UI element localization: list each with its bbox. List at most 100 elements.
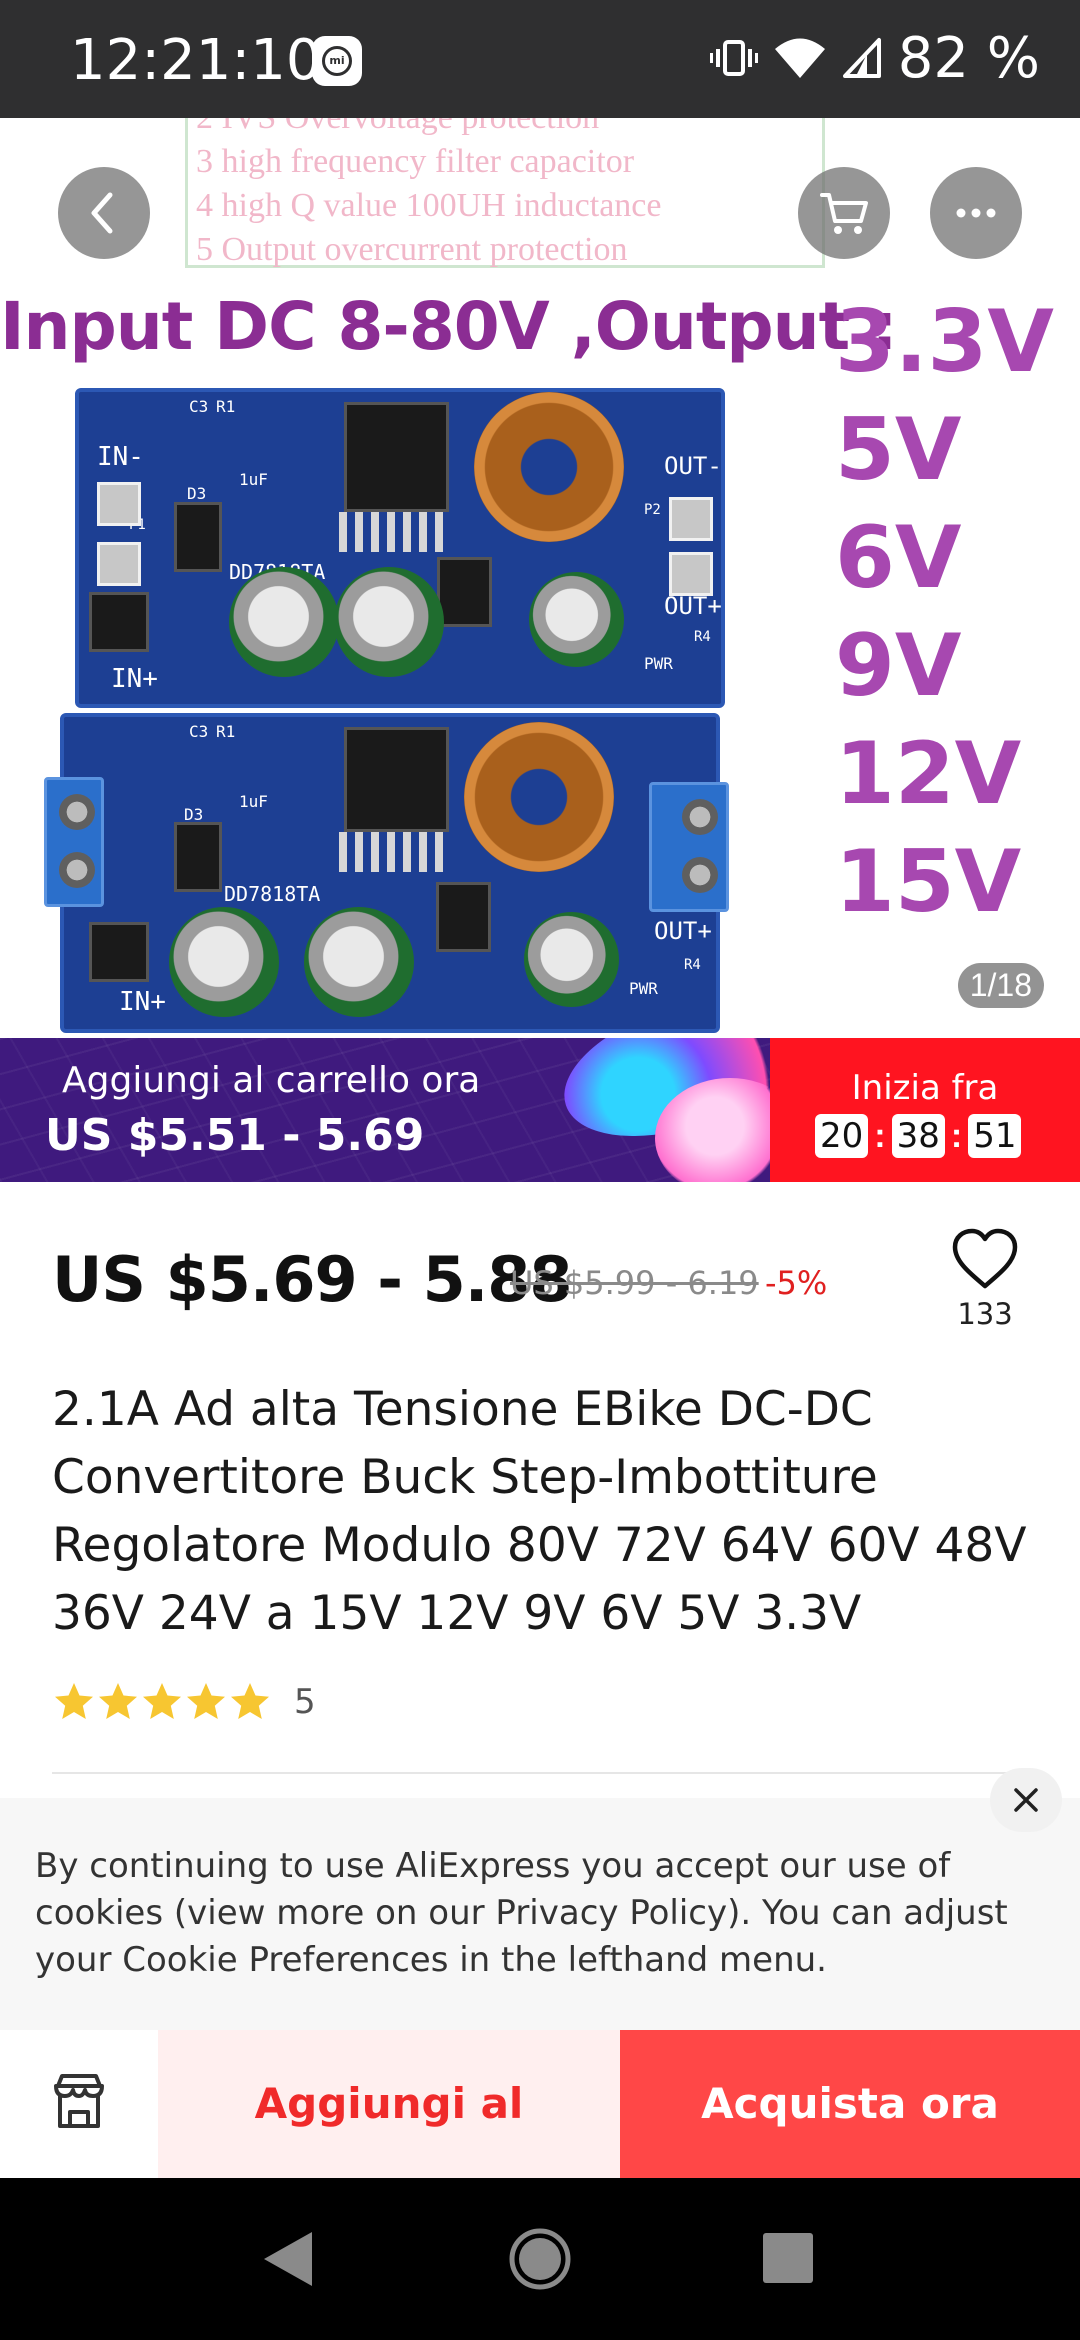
- nav-back-icon[interactable]: [258, 2228, 318, 2290]
- capacitor: [169, 907, 279, 1017]
- timer-hours: 20: [815, 1114, 869, 1158]
- chevron-left-icon: [91, 192, 113, 234]
- timer-seconds: 51: [968, 1114, 1022, 1158]
- silk-label: D3: [187, 484, 207, 503]
- capacitor: [229, 567, 339, 677]
- system-navigation-bar: [0, 2178, 1080, 2340]
- voltage-label: 6V: [835, 508, 962, 608]
- silk-label: R1: [216, 397, 236, 416]
- vibrate-icon: [709, 40, 758, 76]
- star-icon: [143, 1683, 181, 1719]
- silk-label: P2: [644, 502, 661, 518]
- add-to-cart-button[interactable]: Aggiungi al carrello: [158, 2030, 620, 2276]
- feature-line: 4 high Q value 100UH inductance: [196, 187, 662, 224]
- promo-price: US $5.51 - 5.69: [45, 1110, 425, 1161]
- silk-label: OUT-: [664, 452, 722, 480]
- solder-pad: [669, 552, 713, 596]
- silk-label: C3: [189, 397, 209, 416]
- silk-label: DD7818TA: [224, 882, 321, 906]
- timer-minutes: 38: [891, 1114, 945, 1158]
- signal-icon: [842, 38, 881, 78]
- cart-icon: [820, 193, 868, 234]
- solder-pad: [97, 542, 141, 586]
- schottky-diode: [437, 557, 492, 627]
- more-horizontal-icon: [956, 208, 996, 218]
- cart-button[interactable]: [798, 167, 890, 259]
- discount-badge: -5%: [765, 1264, 828, 1302]
- rating-count: 5: [294, 1682, 316, 1722]
- voltage-label: 5V: [835, 400, 962, 500]
- capacitor: [524, 912, 619, 1007]
- product-rating[interactable]: 5: [52, 1680, 316, 1724]
- promo-subtitle: Aggiungi al carrello ora: [62, 1060, 481, 1101]
- cookie-notice-text: By continuing to use AliExpress you acce…: [35, 1846, 1008, 1980]
- timer-separator: :: [950, 1116, 963, 1155]
- solder-pad: [669, 497, 713, 541]
- schottky-diode: [436, 882, 491, 952]
- regulator-ic: [344, 727, 449, 832]
- cookie-close-button[interactable]: [990, 1768, 1062, 1832]
- silk-label: IN-: [97, 442, 144, 472]
- store-button[interactable]: [0, 2030, 158, 2178]
- smd-component: [89, 922, 149, 982]
- capacitor: [304, 907, 414, 1017]
- input-terminal-block: [44, 777, 104, 907]
- nav-home-icon[interactable]: [507, 2226, 573, 2292]
- voltage-label: 9V: [835, 616, 962, 716]
- star-icon: [187, 1683, 225, 1719]
- solder-pad: [97, 482, 141, 526]
- status-icons: 82 %: [709, 25, 1040, 91]
- star-icon: [55, 1683, 93, 1719]
- countdown-label: Inizia fra: [851, 1068, 999, 1108]
- heart-icon: [952, 1228, 1018, 1289]
- pcb-board-bottom: IN+ OUT+ DD7818TA C3 R1 D3 1uF PWR R4: [44, 713, 729, 1033]
- section-divider: [52, 1772, 1042, 1774]
- regulator-ic: [344, 402, 449, 512]
- status-bar: 12:21:10 mi 82 %: [0, 0, 1080, 118]
- back-button[interactable]: [58, 167, 150, 259]
- store-icon: [54, 2074, 104, 2128]
- promo-countdown: Inizia fra 20 : 38 : 51: [770, 1038, 1080, 1182]
- silk-label: R1: [216, 722, 236, 741]
- more-options-button[interactable]: [930, 167, 1022, 259]
- app-screen: 12:21:10 mi 82 % 2 IVS Overvoltage prote…: [0, 0, 1080, 2340]
- silk-label: R4: [684, 957, 701, 973]
- image-spec-line: Input DC 8-80V ,Output :: [0, 288, 898, 365]
- silk-label: IN+: [111, 664, 158, 694]
- capacitor: [334, 567, 444, 677]
- silk-label: 1uF: [239, 792, 268, 811]
- silk-label: IN+: [119, 987, 166, 1017]
- silk-label: PWR: [644, 654, 673, 673]
- voltage-label: 3.3V: [835, 292, 1054, 392]
- inductor-coil: [474, 392, 624, 542]
- mi-icon: mi: [312, 36, 362, 86]
- promo-deal: Aggiungi al carrello ora US $5.51 - 5.69: [0, 1038, 770, 1182]
- feature-line: 2 IVS Overvoltage protection: [196, 118, 822, 140]
- inductor-coil: [464, 722, 614, 872]
- promo-banner[interactable]: Aggiungi al carrello ora US $5.51 - 5.69…: [0, 1038, 1080, 1182]
- capacitor: [529, 572, 624, 667]
- image-feature-list: 2 IVS Overvoltage protection 3 high freq…: [185, 118, 825, 268]
- image-counter: 1/18: [957, 963, 1044, 1008]
- close-icon: [1014, 1788, 1038, 1812]
- nav-recents-icon[interactable]: [762, 2232, 814, 2284]
- star-icon: [99, 1683, 137, 1719]
- image-voltage-list: 3.3V 5V 6V 9V 12V 15V: [835, 288, 1055, 936]
- silk-label: 1uF: [239, 470, 268, 489]
- original-price: US $5.99 - 6.19: [510, 1264, 759, 1302]
- voltage-label: 12V: [835, 724, 1022, 824]
- wishlist-button[interactable]: 133: [945, 1228, 1025, 1331]
- silk-label: PWR: [629, 979, 658, 998]
- buy-now-button[interactable]: Acquista ora: [620, 2030, 1080, 2178]
- pcb-board-top: IN- IN+ OUT- OUT+ DD7818TA C3 R1 D3 1uF …: [75, 388, 725, 708]
- silk-label: OUT+: [664, 592, 722, 620]
- silk-label: C3: [189, 722, 209, 741]
- bottom-action-bar: Aggiungi al carrello Acquista ora: [0, 2030, 1080, 2276]
- star-icon: [231, 1683, 269, 1719]
- wifi-icon: [774, 38, 825, 78]
- voltage-label: 15V: [835, 832, 1022, 932]
- status-time: 12:21:10: [70, 28, 322, 93]
- feature-line: 5 Output overcurrent protection: [196, 231, 628, 268]
- product-image-gallery[interactable]: 2 IVS Overvoltage protection 3 high freq…: [0, 118, 1080, 1038]
- battery-level: 82 %: [897, 25, 1040, 91]
